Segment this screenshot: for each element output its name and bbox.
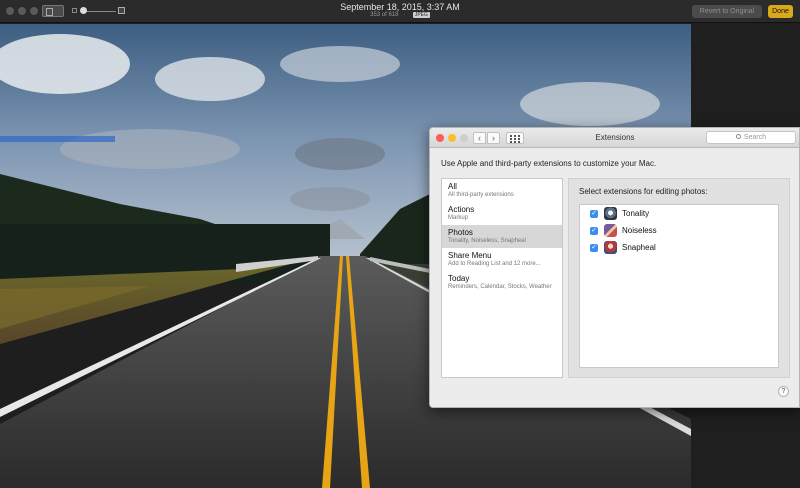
search-icon [735, 134, 741, 139]
noiseless-checkbox[interactable]: ✓ [590, 227, 598, 235]
zoom-button[interactable] [460, 134, 468, 142]
category-all[interactable]: All All third-party extensions [442, 179, 562, 202]
back-button[interactable]: ‹ [473, 132, 486, 144]
category-actions[interactable]: Actions Markup [442, 202, 562, 225]
category-subtitle: Add to Reading List and 12 more... [448, 261, 541, 267]
zoom-out-icon [72, 8, 77, 13]
extension-row-tonality: ✓ Tonality [580, 206, 780, 223]
show-all-button[interactable] [506, 132, 524, 144]
category-name: Share Menu [448, 251, 492, 260]
intro-text: Use Apple and third-party extensions to … [441, 159, 657, 168]
close-window-button[interactable] [6, 7, 14, 15]
category-subtitle: Reminders, Calendar, Stocks, Weather [448, 284, 552, 290]
zoom-slider[interactable] [82, 11, 116, 12]
snapheal-checkbox[interactable]: ✓ [590, 244, 598, 252]
revert-to-original-button[interactable]: Revert to Original [692, 5, 762, 18]
sidebar-toggle-button[interactable] [42, 5, 64, 17]
separator: · [403, 12, 406, 18]
extensions-window: ‹ › Extensions Search Use Apple and thir… [429, 127, 800, 408]
snapheal-icon [604, 241, 617, 254]
detail-heading: Select extensions for editing photos: [579, 187, 708, 196]
category-name: Photos [448, 228, 473, 237]
category-subtitle: Tonality, Noiseless, Snapheal [448, 238, 526, 244]
category-today[interactable]: Today Reminders, Calendar, Stocks, Weath… [442, 271, 562, 294]
category-subtitle: All third-party extensions [448, 192, 514, 198]
extension-name: Tonality [622, 209, 650, 218]
forward-chevron-icon: › [492, 133, 495, 143]
forward-button[interactable]: › [487, 132, 500, 144]
photo-subtitle: 353 of 618 · JPEG [300, 12, 500, 18]
search-field[interactable]: Search [706, 131, 796, 144]
tonality-icon [604, 207, 617, 220]
photo-position: 353 of 618 [370, 12, 399, 18]
noiseless-icon [604, 224, 617, 237]
extension-row-noiseless: ✓ Noiseless [580, 223, 780, 240]
close-button[interactable] [436, 134, 444, 142]
window-titlebar: ‹ › Extensions Search [430, 128, 799, 148]
extension-name: Noiseless [622, 226, 657, 235]
zoom-slider-knob[interactable] [80, 7, 87, 14]
minimize-window-button[interactable] [18, 7, 26, 15]
photos-app: September 18, 2015, 3:37 AM 353 of 618 ·… [0, 0, 800, 488]
extension-name: Snapheal [622, 243, 656, 252]
fullscreen-window-button[interactable] [30, 7, 38, 15]
back-chevron-icon: ‹ [478, 133, 481, 143]
photo-date-title: September 18, 2015, 3:37 AM [340, 2, 460, 12]
category-name: Actions [448, 205, 475, 214]
file-type-badge: JPEG [412, 12, 430, 18]
tonality-checkbox[interactable]: ✓ [590, 210, 598, 218]
category-list: All All third-party extensions Actions M… [441, 178, 563, 378]
category-share-menu[interactable]: Share Menu Add to Reading List and 12 mo… [442, 248, 562, 271]
category-name: Today [448, 274, 470, 283]
extension-list: ✓ Tonality ✓ Noiseless ✓ Snapheal [579, 204, 779, 368]
done-button[interactable]: Done [768, 5, 793, 18]
search-placeholder: Search [743, 134, 767, 141]
category-photos[interactable]: Photos Tonality, Noiseless, Snapheal [442, 225, 562, 248]
minimize-button[interactable] [448, 134, 456, 142]
category-subtitle: Markup [448, 215, 469, 221]
zoom-in-icon [118, 7, 125, 14]
detail-pane: Select extensions for editing photos: ✓ … [568, 178, 790, 378]
extension-row-snapheal: ✓ Snapheal [580, 240, 780, 257]
help-button[interactable]: ? [778, 386, 789, 397]
toolbar: September 18, 2015, 3:37 AM 353 of 618 ·… [0, 0, 800, 23]
category-name: All [448, 182, 457, 191]
window-title: Extensions [595, 133, 635, 142]
